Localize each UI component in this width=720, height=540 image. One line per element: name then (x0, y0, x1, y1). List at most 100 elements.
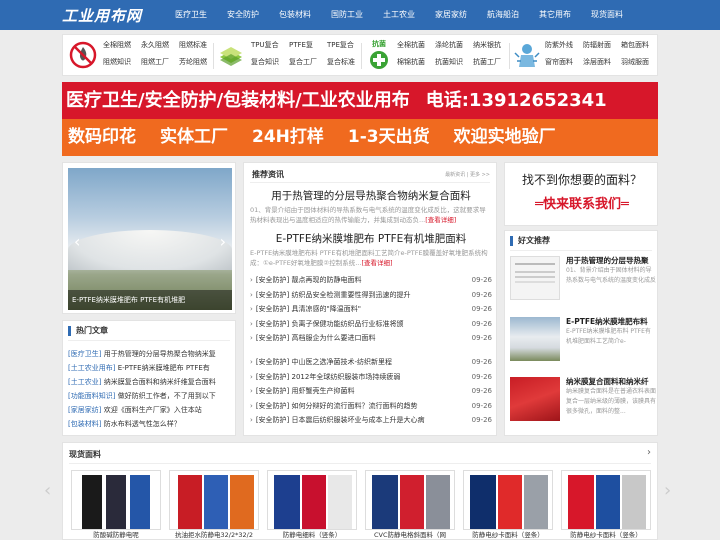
news-link[interactable]: [安全防护] 高档服企为什么要进口面料 (256, 331, 464, 346)
article-category[interactable]: [土工农业用布] (68, 364, 115, 372)
news-link[interactable]: [安全防护] 2012年全球纺织服装市场持续疲弱 (256, 370, 464, 385)
read-more-link[interactable]: [查看详细] (425, 216, 456, 224)
category-link[interactable]: 全棉抗菌 (397, 39, 425, 52)
article-link[interactable]: 欢迎《面料生产厂家》入住本站 (104, 406, 202, 414)
product-card[interactable]: 抗油拒水防静电32/2*32/2 (169, 470, 259, 540)
read-more-link[interactable]: [查看详细] (361, 259, 392, 267)
category-link[interactable]: 抗菌工厂 (473, 56, 501, 69)
category-link[interactable]: 复合标准 (327, 56, 355, 69)
contact-cta[interactable]: ═快来联系我们═ (505, 193, 659, 212)
headline-title[interactable]: 用于热管理的分层导热聚合物纳米复合面料 (250, 188, 492, 203)
news-link[interactable]: [安全防护] 如何分辩好的流行面料？流行面料的趋势 (256, 399, 464, 414)
category-link[interactable]: 阻燃知识 (103, 56, 131, 69)
contact-us-box[interactable]: 找不到你想要的面料？ ═快来联系我们═ (504, 162, 658, 226)
carousel-next-icon[interactable]: › (664, 480, 671, 501)
nav-item-home-textiles[interactable]: 家居家纺 (425, 0, 477, 30)
news-row[interactable]: › [安全防护] 如何分辩好的流行面料？流行面料的趋势 09-26 (250, 399, 492, 414)
product-card[interactable]: CVC防静电格斜面料（网 (365, 470, 455, 540)
news-more-link[interactable]: 最新资讯 | 更多 >> (445, 171, 490, 178)
list-item[interactable]: [功能面料知识] 做好防织工作者，不了用到以下 (68, 389, 232, 403)
category-link[interactable]: 永久阻燃 (141, 39, 169, 52)
category-link[interactable]: 棉锦抗菌 (397, 56, 425, 69)
article-link[interactable]: 做好防织工作者，不了用到以下 (118, 392, 216, 400)
category-link[interactable]: 复合工厂 (289, 56, 317, 69)
nav-item-safety[interactable]: 安全防护 (217, 0, 269, 30)
article-thumbnail[interactable] (510, 317, 560, 361)
category-link[interactable]: 纳米银抗 (473, 39, 501, 52)
category-link[interactable]: 阻燃标准 (179, 39, 207, 52)
news-row[interactable]: › [安全防护] 2012年全球纺织服装市场持续疲弱 09-26 (250, 370, 492, 385)
product-image[interactable] (71, 470, 161, 530)
recommend-item-title[interactable]: E-PTFE纳米膜堆肥布料 (566, 317, 656, 327)
recommend-item[interactable]: 用于热管理的分层导热聚 01、背景介绍由于固体材料的导热系数与电气系统的温度变化… (510, 256, 656, 304)
news-link[interactable]: [安全防护] 用虾蟹壳生产抑菌料 (256, 384, 464, 399)
category-link[interactable]: TPE复合 (327, 39, 355, 52)
nav-item-stock-fabrics[interactable]: 现货面料 (581, 0, 633, 30)
news-link[interactable]: [安全防护] 靓点再现的防静电面料 (256, 273, 464, 288)
article-link[interactable]: 用于热管理的分层导热聚合物纳米复 (104, 350, 216, 358)
category-link[interactable]: 复合知识 (251, 56, 279, 69)
news-row[interactable]: › [安全防护] 负离子保健功能纺织品行业标准将颁 09-26 (250, 317, 492, 332)
product-card[interactable]: 防静电纱卡面料（竖条） (463, 470, 553, 540)
list-item[interactable]: [家居家纺] 欢迎《面料生产厂家》入住本站 (68, 403, 232, 417)
slider-next-icon[interactable]: › (220, 232, 226, 251)
nav-item-marine[interactable]: 航海船泊 (477, 0, 529, 30)
recommend-item-title[interactable]: 用于热管理的分层导热聚 (566, 256, 656, 266)
article-category[interactable]: [医疗卫生] (68, 350, 101, 358)
list-item[interactable]: [土工农业用布] E-PTFE纳米膜堆肥布 PTFE有 (68, 361, 232, 375)
list-item[interactable]: [医疗卫生] 用于热管理的分层导热聚合物纳米复 (68, 347, 232, 361)
product-caption[interactable]: 抗油拒水防静电32/2*32/2 (169, 530, 259, 540)
product-caption[interactable]: CVC防静电格斜面料（网 (365, 530, 455, 540)
product-card[interactable]: 防静电细料（竖条） (267, 470, 357, 540)
nav-item-medical[interactable]: 医疗卫生 (165, 0, 217, 30)
category-link[interactable]: TPU复合 (251, 39, 279, 52)
category-link[interactable]: 涤纶抗菌 (435, 39, 463, 52)
product-card[interactable]: 防静电纱卡面料（竖条） (561, 470, 651, 540)
product-card[interactable]: 防酸碱防静电呢 (71, 470, 161, 540)
news-link[interactable]: [安全防护] 中山医之选净菌技术-纺织新里程 (256, 355, 464, 370)
recommend-item-title[interactable]: 纳米膜复合面料和纳米纤 (566, 377, 656, 387)
article-category[interactable]: [家居家纺] (68, 406, 101, 414)
promo-banner[interactable]: 医疗卫生/安全防护/包装材料/工业农业用布 电话:13912652341 数码印花… (62, 82, 658, 156)
news-row[interactable]: › [安全防护] 日本震后纺织服装坏业与成本上升是大心病 09-26 (250, 413, 492, 428)
slider-prev-icon[interactable]: ‹ (74, 232, 80, 251)
article-category[interactable]: [包装材料] (68, 420, 101, 428)
news-row[interactable]: › [安全防护] 用虾蟹壳生产抑菌料 09-26 (250, 384, 492, 399)
news-row[interactable]: › [安全防护] 纺织品安全检测重要性得到迅速的提升 09-26 (250, 288, 492, 303)
category-link[interactable]: 防辐射面 (583, 39, 611, 52)
news-link[interactable]: [安全防护] 日本震后纺织服装坏业与成本上升是大心病 (256, 413, 464, 428)
slide-image[interactable]: ‹ › E-PTFE纳米膜堆肥布 PTFE有机堆肥 (68, 168, 232, 310)
category-link[interactable]: PTFE复 (289, 39, 317, 52)
product-caption[interactable]: 防静电细料（竖条） (267, 530, 357, 540)
news-link[interactable]: [安全防护] 负离子保健功能纺织品行业标准将颁 (256, 317, 464, 332)
nav-item-other-fabrics[interactable]: 其它用布 (529, 0, 581, 30)
product-image[interactable] (463, 470, 553, 530)
headline-title[interactable]: E-PTFE纳米膜堆肥布 PTFE有机堆肥面料 (250, 231, 492, 246)
nav-item-defense[interactable]: 国防工业 (321, 0, 373, 30)
news-row[interactable]: › [安全防护] 具清凉感的"降温面料" 09-26 (250, 302, 492, 317)
product-caption[interactable]: 防静电纱卡面料（竖条） (463, 530, 553, 540)
recommend-item[interactable]: 纳米膜复合面料和纳米纤 纳米膜复合面料是在普通衣料表面复合一层纳米级的薄膜，该膜… (510, 377, 656, 425)
nav-item-packaging[interactable]: 包装材料 (269, 0, 321, 30)
product-caption[interactable]: 防静电纱卡面料（竖条） (561, 530, 651, 540)
product-image[interactable] (561, 470, 651, 530)
news-row[interactable]: › [安全防护] 中山医之选净菌技术-纺织新里程 09-26 (250, 355, 492, 370)
product-caption[interactable]: 防酸碱防静电呢 (71, 530, 161, 540)
category-link[interactable]: 箱包面料 (621, 39, 649, 52)
article-category[interactable]: [土工农业] (68, 378, 101, 386)
news-row[interactable]: › [安全防护] 高档服企为什么要进口面料 09-26 (250, 331, 492, 346)
article-thumbnail[interactable] (510, 256, 560, 300)
list-item[interactable]: [土工农业] 纳米膜复合面料和纳米纤维复合面料 (68, 375, 232, 389)
category-link[interactable]: 防紫外线 (545, 39, 573, 52)
slide-caption[interactable]: E-PTFE纳米膜堆肥布 PTFE有机堆肥 (68, 290, 232, 310)
article-link[interactable]: E-PTFE纳米膜堆肥布 PTFE有 (118, 364, 210, 372)
category-link[interactable]: 阻燃工厂 (141, 56, 169, 69)
article-thumbnail[interactable] (510, 377, 560, 421)
products-next-icon[interactable]: › (647, 447, 651, 458)
product-image[interactable] (365, 470, 455, 530)
category-link[interactable]: 羽绒服面 (621, 56, 649, 69)
article-link[interactable]: 防水布料透气性怎么样？ (104, 420, 181, 428)
category-link[interactable]: 涂层面料 (583, 56, 611, 69)
nav-item-agriculture[interactable]: 土工农业 (373, 0, 425, 30)
product-image[interactable] (169, 470, 259, 530)
